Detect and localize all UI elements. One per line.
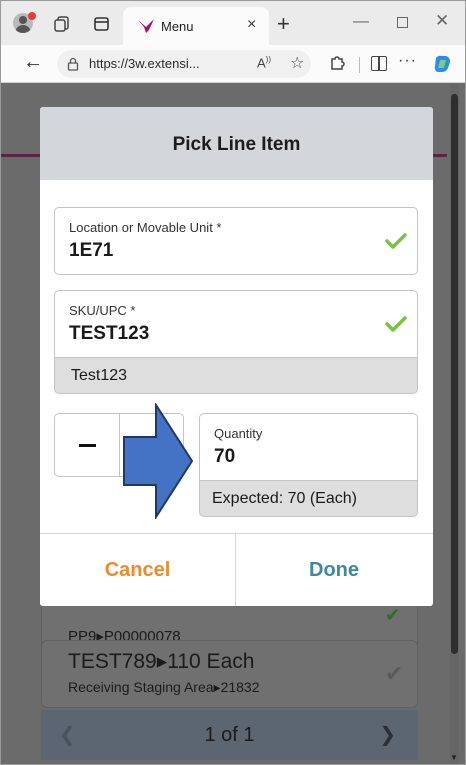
- scrollbar[interactable]: ▼: [450, 84, 459, 764]
- check-icon: ✔: [385, 661, 404, 686]
- quantity-expected: Expected: 70 (Each): [199, 481, 418, 517]
- url-field[interactable]: https://3w.extensi... A)) ☆: [57, 50, 311, 78]
- sku-value: TEST123: [69, 323, 150, 344]
- scroll-down-icon[interactable]: ▼: [450, 753, 458, 762]
- favorite-star-icon[interactable]: ☆: [290, 53, 304, 73]
- maximize-button[interactable]: [397, 17, 408, 28]
- browser-window: Menu × + — ✕ ← https://3w.extensi... A))…: [0, 0, 466, 765]
- dialog-footer: Cancel Done: [40, 533, 433, 606]
- pager: ❮ 1 of 1 ❯: [41, 710, 418, 760]
- check-icon: [385, 233, 407, 249]
- split-screen-icon[interactable]: [371, 56, 387, 71]
- copilot-icon[interactable]: [432, 54, 454, 74]
- more-options-icon[interactable]: ···: [398, 52, 417, 70]
- sku-field[interactable]: SKU/UPC * TEST123: [54, 290, 418, 358]
- page-indicator: 1 of 1: [204, 724, 255, 746]
- annotation-arrow-icon: [123, 403, 194, 519]
- new-tab-button[interactable]: +: [277, 11, 290, 37]
- dialog-header: Pick Line Item: [40, 107, 433, 180]
- toolbar-separator: [359, 57, 360, 73]
- back-button[interactable]: ←: [23, 51, 43, 74]
- close-window-button[interactable]: ✕: [435, 11, 449, 31]
- quantity-value: 70: [214, 446, 236, 467]
- location-value: 1E71: [69, 240, 114, 261]
- sku-description-text: Test123: [71, 367, 128, 384]
- pick-line-item-dialog: Pick Line Item Location or Movable Unit …: [40, 107, 433, 606]
- tab-menu[interactable]: Menu ×: [123, 7, 269, 45]
- check-icon: [385, 316, 407, 332]
- address-bar: ← https://3w.extensi... A)) ☆ ···: [1, 45, 465, 83]
- done-button[interactable]: Done: [236, 534, 432, 606]
- read-aloud-icon[interactable]: A)): [257, 55, 271, 70]
- quantity-label: Quantity: [214, 426, 263, 441]
- check-icon: ✔: [385, 605, 401, 625]
- minimize-button[interactable]: —: [353, 13, 369, 31]
- location-field[interactable]: Location or Movable Unit * 1E71: [54, 207, 418, 275]
- list-item[interactable]: TEST789▸110 Each Receiving Staging Area▸…: [41, 640, 418, 708]
- workspaces-icon[interactable]: [53, 15, 71, 33]
- chevron-right-icon[interactable]: ❯: [379, 722, 396, 747]
- extensions-icon[interactable]: [328, 54, 346, 72]
- notification-dot-icon: [28, 12, 36, 20]
- lock-icon: [67, 57, 79, 71]
- quantity-field[interactable]: Quantity 70: [199, 413, 418, 481]
- tab-actions-icon[interactable]: [93, 15, 111, 33]
- site-logo-icon: [138, 19, 154, 33]
- url-text: https://3w.extensi...: [89, 56, 200, 71]
- location-label: Location or Movable Unit *: [69, 220, 222, 235]
- scrollbar-thumb[interactable]: [451, 94, 458, 654]
- tab-title: Menu: [161, 19, 194, 34]
- list-item-detail: Receiving Staging Area▸21832: [68, 679, 260, 695]
- quantity-expected-text: Expected: 70 (Each): [212, 490, 357, 507]
- list-item-title: TEST789▸110 Each: [68, 650, 255, 673]
- cancel-button[interactable]: Cancel: [40, 534, 236, 606]
- dialog-title: Pick Line Item: [172, 134, 301, 155]
- sku-label: SKU/UPC *: [69, 303, 136, 318]
- title-bar: Menu × + — ✕: [1, 1, 465, 45]
- sku-description: Test123: [54, 358, 418, 394]
- tab-close-icon[interactable]: ×: [247, 16, 256, 34]
- decrement-button[interactable]: [55, 414, 120, 476]
